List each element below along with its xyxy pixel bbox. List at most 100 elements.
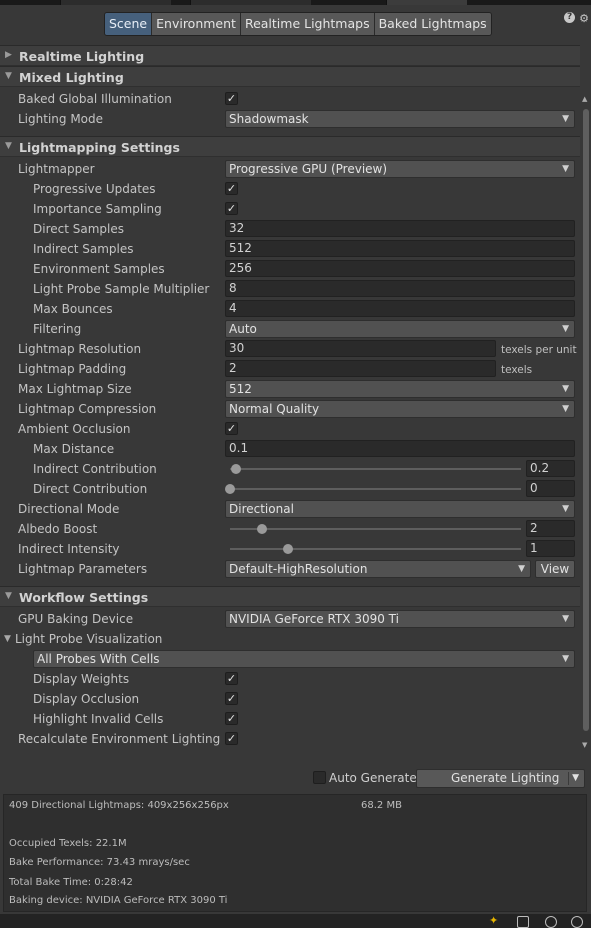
direct-samples-input[interactable]: 32	[225, 220, 575, 237]
recalculate-environment-row: Recalculate Environment Lighting ✓	[0, 729, 580, 749]
direct-contribution-row: Direct Contribution 0	[0, 479, 580, 499]
collab-icon[interactable]	[571, 916, 583, 928]
tab-baked-lightmaps[interactable]: Baked Lightmaps	[374, 13, 491, 35]
indirect-contribution-slider[interactable]	[230, 464, 521, 474]
section-lightmapping-settings[interactable]: ▼ Lightmapping Settings	[0, 136, 580, 157]
baked-gi-checkbox[interactable]: ✓	[225, 92, 238, 105]
unit-label: texels	[501, 364, 533, 376]
section-realtime-lighting[interactable]: ▶ Realtime Lighting	[0, 45, 580, 66]
max-lightmap-size-row: Max Lightmap Size 512 ▼	[0, 379, 580, 399]
chevron-down-icon: ▼	[562, 654, 569, 664]
directional-mode-dropdown[interactable]: Directional ▼	[225, 500, 575, 518]
field-label: Indirect Samples	[33, 242, 134, 256]
recalculate-environment-checkbox[interactable]: ✓	[225, 732, 238, 745]
max-bounces-row: Max Bounces 4	[0, 299, 580, 319]
slider-handle[interactable]	[225, 484, 235, 494]
indirect-intensity-slider[interactable]	[230, 544, 521, 554]
ambient-occlusion-checkbox[interactable]: ✓	[225, 422, 238, 435]
display-weights-row: Display Weights ✓	[0, 669, 580, 689]
indirect-samples-input[interactable]: 512	[225, 240, 575, 257]
help-icon[interactable]: ?	[564, 12, 576, 23]
section-title: Lightmapping Settings	[19, 140, 180, 155]
indirect-intensity-input[interactable]: 1	[526, 540, 575, 557]
occupied-texels: Occupied Texels: 22.1M	[9, 838, 127, 849]
chevron-down-icon[interactable]: ▼	[572, 770, 579, 787]
progressive-updates-checkbox[interactable]: ✓	[225, 182, 238, 195]
dropdown-value: Default-HighResolution	[229, 562, 368, 576]
tab-scene[interactable]: Scene	[105, 13, 153, 35]
view-parameters-button[interactable]: View	[535, 560, 575, 578]
lighting-mode-dropdown[interactable]: Shadowmask ▼	[225, 110, 575, 128]
auto-generate-checkbox[interactable]	[313, 771, 326, 784]
lightmap-parameters-dropdown[interactable]: Default-HighResolution ▼	[225, 560, 531, 578]
lightmap-resolution-input[interactable]: 30	[225, 340, 496, 357]
albedo-boost-input[interactable]: 2	[526, 520, 575, 537]
field-label: Indirect Intensity	[18, 542, 120, 556]
field-label: Display Weights	[33, 672, 130, 686]
button-label: Generate Lighting	[451, 771, 560, 785]
scrollbar-thumb[interactable]	[583, 109, 589, 731]
tab-environment[interactable]: Environment	[152, 13, 241, 35]
direct-contribution-slider[interactable]	[225, 484, 521, 494]
highlight-invalid-cells-checkbox[interactable]: ✓	[225, 712, 238, 725]
slider-handle[interactable]	[283, 544, 294, 554]
lighting-toolbar: Scene Environment Realtime Lightmaps Bak…	[0, 5, 591, 42]
gpu-baking-device-dropdown[interactable]: NVIDIA GeForce RTX 3090 Ti ▼	[225, 610, 575, 628]
status-bar: ✦	[0, 914, 591, 928]
display-weights-checkbox[interactable]: ✓	[225, 672, 238, 685]
section-workflow-settings[interactable]: ▼ Workflow Settings	[0, 586, 580, 607]
direct-contribution-input[interactable]: 0	[526, 480, 575, 497]
section-title: Realtime Lighting	[19, 49, 145, 64]
probe-multiplier-input[interactable]: 8	[225, 280, 575, 297]
environment-samples-row: Environment Samples 256	[0, 259, 580, 279]
field-label: Lightmap Compression	[18, 402, 157, 416]
field-label: Lightmap Resolution	[18, 342, 142, 356]
field-label: Max Lightmap Size	[18, 382, 132, 396]
lightmapper-dropdown[interactable]: Progressive GPU (Preview) ▼	[225, 160, 575, 178]
scroll-up-icon[interactable]: ▲	[582, 95, 587, 103]
settings-scroll-view[interactable]: ▶ Realtime Lighting ▼ Mixed Lighting Bak…	[0, 42, 580, 752]
albedo-boost-slider[interactable]	[230, 524, 521, 534]
total-bake-time: Total Bake Time: 0:28:42	[9, 877, 133, 888]
dropdown-value: 512	[229, 382, 252, 396]
indirect-contribution-input[interactable]: 0.2	[526, 460, 575, 477]
slider-handle[interactable]	[257, 524, 267, 534]
scroll-down-icon[interactable]: ▼	[582, 741, 587, 749]
field-label: Direct Contribution	[33, 482, 148, 496]
lightmap-padding-input[interactable]: 2	[225, 360, 496, 377]
slider-handle[interactable]	[230, 464, 241, 474]
chevron-down-icon: ▼	[562, 614, 569, 624]
lightmaps-size: 68.2 MB	[361, 800, 402, 811]
field-label: GPU Baking Device	[18, 612, 134, 626]
light-probe-visualization-row[interactable]: ▼ Light Probe Visualization	[0, 629, 580, 649]
environment-samples-input[interactable]: 256	[225, 260, 575, 277]
direct-samples-row: Direct Samples 32	[0, 219, 580, 239]
layers-icon[interactable]	[517, 916, 529, 928]
generate-bar: Auto Generate Generate Lighting ▼	[0, 766, 591, 790]
display-occlusion-row: Display Occlusion ✓	[0, 689, 580, 709]
section-mixed-lighting[interactable]: ▼ Mixed Lighting	[0, 66, 580, 87]
vertical-scrollbar[interactable]: ▲ ▼	[581, 95, 590, 751]
importance-sampling-checkbox[interactable]: ✓	[225, 202, 238, 215]
field-label: Indirect Contribution	[33, 462, 157, 476]
dropdown-value: Progressive GPU (Preview)	[229, 162, 388, 176]
lightmap-resolution-row: Lightmap Resolution 30 texels per unit	[0, 339, 580, 359]
field-label: Lighting Mode	[18, 112, 104, 126]
gear-icon[interactable]: ⚙	[579, 12, 589, 25]
tab-realtime-lightmaps[interactable]: Realtime Lightmaps	[240, 13, 375, 35]
max-bounces-input[interactable]: 4	[225, 300, 575, 317]
chevron-down-icon: ▼	[562, 504, 569, 514]
unit-label: texels per unit	[501, 344, 577, 356]
bake-stats-panel: 409 Directional Lightmaps: 409x256x256px…	[3, 794, 587, 912]
max-distance-input[interactable]: 0.1	[225, 440, 575, 457]
lightmap-compression-dropdown[interactable]: Normal Quality ▼	[225, 400, 575, 418]
collapse-arrow-icon: ▼	[5, 141, 12, 151]
max-lightmap-size-dropdown[interactable]: 512 ▼	[225, 380, 575, 398]
probe-visualization-dropdown[interactable]: All Probes With Cells ▼	[33, 650, 575, 668]
lighting-bake-icon[interactable]: ✦	[489, 914, 498, 927]
generate-lighting-button[interactable]: Generate Lighting ▼	[416, 769, 585, 788]
gpu-baking-device-row: GPU Baking Device NVIDIA GeForce RTX 309…	[0, 609, 580, 629]
display-occlusion-checkbox[interactable]: ✓	[225, 692, 238, 705]
filtering-dropdown[interactable]: Auto ▼	[225, 320, 575, 338]
debug-icon[interactable]	[545, 916, 557, 928]
